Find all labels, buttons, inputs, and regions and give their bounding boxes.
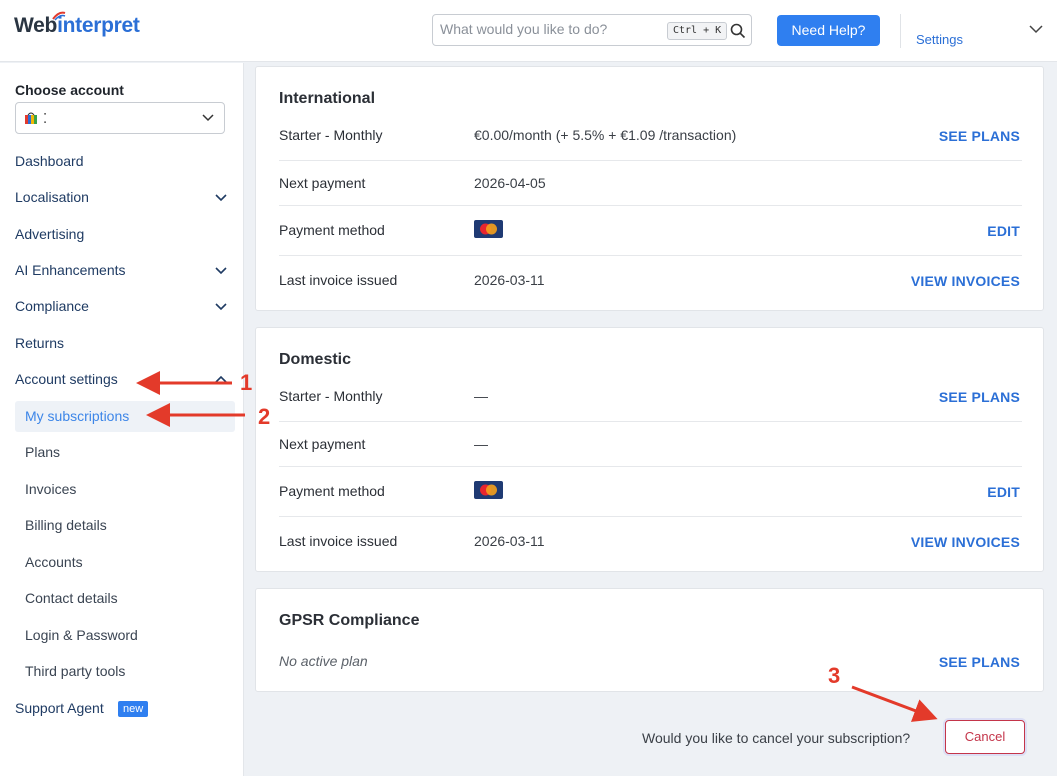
nav-contact-details[interactable]: Contact details bbox=[25, 590, 118, 606]
nav-login-password[interactable]: Login & Password bbox=[25, 627, 138, 643]
subscription-card-gpsr: GPSR Compliance No active plan SEE PLANS bbox=[255, 588, 1044, 692]
annotation-number-2: 2 bbox=[258, 404, 271, 429]
search-box[interactable]: Ctrl + K bbox=[432, 14, 752, 46]
card-title: International bbox=[279, 90, 376, 107]
cancel-question: Would you like to cancel your subscripti… bbox=[642, 730, 911, 746]
nav-billing-details[interactable]: Billing details bbox=[25, 517, 107, 533]
search-input[interactable] bbox=[440, 21, 660, 37]
plan-value: €0.00/month (+ 5.5% + €1.09 /transaction… bbox=[474, 127, 737, 143]
chevron-down-icon[interactable] bbox=[215, 303, 227, 311]
nav-invoices[interactable]: Invoices bbox=[25, 481, 76, 497]
logo-text-interpret: interpret bbox=[57, 14, 140, 37]
account-select[interactable]: ⁚ bbox=[15, 102, 225, 134]
next-payment-value: 2026-04-05 bbox=[474, 175, 546, 191]
see-plans-link[interactable]: SEE PLANS bbox=[939, 389, 1020, 405]
next-payment-label: Next payment bbox=[279, 436, 366, 452]
chevron-down-icon bbox=[202, 114, 214, 122]
nav-account-settings[interactable]: Account settings bbox=[15, 371, 118, 387]
search-icon[interactable] bbox=[730, 23, 746, 39]
plan-status: No active plan bbox=[279, 653, 368, 669]
logo-text-web: Web bbox=[14, 14, 58, 37]
annotation-number-3: 3 bbox=[828, 663, 841, 688]
row-divider bbox=[279, 205, 1022, 206]
chevron-down-icon[interactable] bbox=[215, 267, 227, 275]
settings-link[interactable]: Settings bbox=[916, 32, 963, 47]
nav-my-subscriptions[interactable]: My subscriptions bbox=[25, 408, 129, 424]
nav-third-party-tools[interactable]: Third party tools bbox=[25, 663, 125, 679]
row-divider bbox=[279, 516, 1022, 517]
chevron-up-icon[interactable] bbox=[215, 375, 227, 383]
see-plans-link[interactable]: SEE PLANS bbox=[939, 654, 1020, 670]
new-badge: new bbox=[118, 701, 149, 717]
see-plans-link[interactable]: SEE PLANS bbox=[939, 128, 1020, 144]
row-divider bbox=[279, 160, 1022, 161]
view-invoices-link[interactable]: VIEW INVOICES bbox=[911, 534, 1020, 550]
subscription-card-international: International Starter - Monthly €0.00/mo… bbox=[255, 66, 1044, 311]
mastercard-icon bbox=[474, 220, 503, 238]
plan-label: Starter - Monthly bbox=[279, 127, 383, 143]
sidebar: Choose account ⁚ Dashboard Localisation … bbox=[0, 63, 244, 776]
payment-method-label: Payment method bbox=[279, 222, 385, 238]
nav-support-agent[interactable]: Support Agent bbox=[15, 700, 104, 716]
last-invoice-label: Last invoice issued bbox=[279, 272, 398, 288]
annotation-number-1: 1 bbox=[240, 370, 253, 395]
chevron-down-icon[interactable] bbox=[1029, 24, 1043, 34]
row-divider bbox=[279, 255, 1022, 256]
nav-advertising[interactable]: Advertising bbox=[15, 226, 84, 242]
row-divider bbox=[279, 466, 1022, 467]
header-divider bbox=[900, 14, 901, 48]
next-payment-label: Next payment bbox=[279, 175, 366, 191]
plan-label: Starter - Monthly bbox=[279, 388, 383, 404]
search-shortcut-hint: Ctrl + K bbox=[667, 22, 728, 40]
nav-compliance[interactable]: Compliance bbox=[15, 298, 89, 314]
payment-method-label: Payment method bbox=[279, 483, 385, 499]
account-select-value: ⁚ bbox=[43, 111, 48, 126]
shopping-bag-icon bbox=[25, 112, 37, 124]
card-title: GPSR Compliance bbox=[279, 612, 420, 629]
chevron-down-icon[interactable] bbox=[215, 194, 227, 202]
edit-payment-link[interactable]: EDIT bbox=[987, 484, 1020, 500]
need-help-button[interactable]: Need Help? bbox=[777, 15, 880, 46]
nav-plans[interactable]: Plans bbox=[25, 444, 60, 460]
nav-localisation[interactable]: Localisation bbox=[15, 189, 89, 205]
nav-dashboard[interactable]: Dashboard bbox=[15, 153, 84, 169]
nav-ai-enhancements[interactable]: AI Enhancements bbox=[15, 262, 126, 278]
nav-returns[interactable]: Returns bbox=[15, 335, 64, 351]
last-invoice-label: Last invoice issued bbox=[279, 533, 398, 549]
cancel-subscription-button[interactable]: Cancel bbox=[945, 720, 1025, 754]
view-invoices-link[interactable]: VIEW INVOICES bbox=[911, 273, 1020, 289]
last-invoice-value: 2026-03-11 bbox=[474, 272, 545, 288]
card-title: Domestic bbox=[279, 351, 352, 368]
next-payment-value: — bbox=[474, 436, 488, 452]
plan-value: — bbox=[474, 388, 488, 404]
webinterpret-logo[interactable]: Webinterpret bbox=[14, 14, 140, 38]
row-divider bbox=[279, 421, 1022, 422]
nav-accounts[interactable]: Accounts bbox=[25, 554, 83, 570]
subscription-card-domestic: Domestic Starter - Monthly — SEE PLANS N… bbox=[255, 327, 1044, 572]
edit-payment-link[interactable]: EDIT bbox=[987, 223, 1020, 239]
last-invoice-value: 2026-03-11 bbox=[474, 533, 545, 549]
top-header: Webinterpret Ctrl + K Need Help? Setting… bbox=[0, 0, 1057, 62]
mastercard-icon bbox=[474, 481, 503, 499]
choose-account-label: Choose account bbox=[15, 82, 124, 98]
